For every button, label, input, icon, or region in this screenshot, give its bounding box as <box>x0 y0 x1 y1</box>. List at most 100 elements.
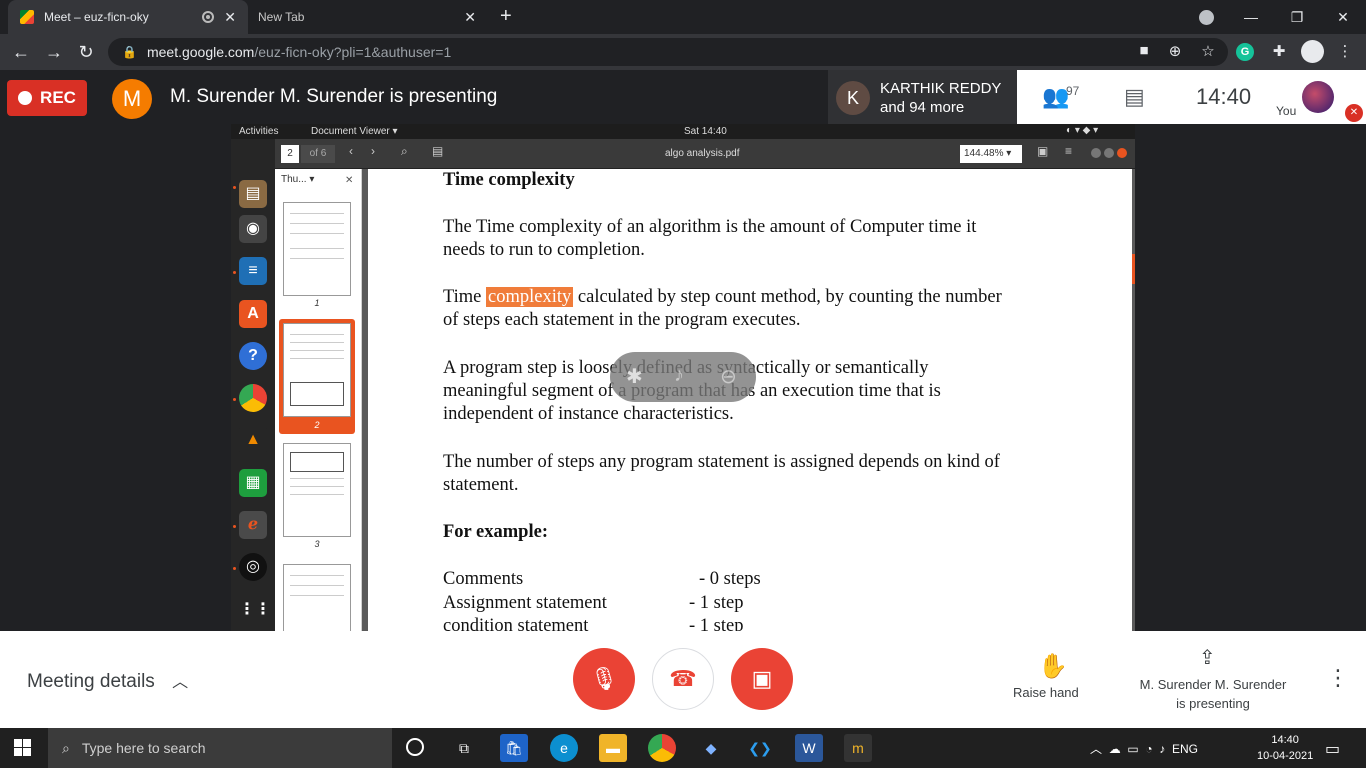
thumbnail-table <box>290 452 344 472</box>
example-row-label: condition statement <box>443 616 589 631</box>
page-thumbnail <box>283 443 351 537</box>
rec-label: REC <box>40 88 76 107</box>
close-icon[interactable]: ✕ <box>464 9 476 26</box>
system-tray[interactable]: ︿ ☁ ▭ ◔ ♪ ENG <box>1090 740 1198 757</box>
task-view-icon[interactable]: ⧉ <box>450 734 478 762</box>
paragraph-line: The number of steps any program statemen… <box>443 452 1000 472</box>
tab-new-tab[interactable]: New Tab ✕ <box>248 0 488 34</box>
reload-icon[interactable]: ↻ <box>74 40 98 64</box>
page-total: of 6 <box>301 145 335 163</box>
hang-up-icon: ☎ <box>669 666 697 691</box>
search-icon: ⌕ <box>401 144 408 158</box>
windows-start-icon[interactable] <box>14 739 32 757</box>
page-number-input: 2 <box>281 145 299 163</box>
muted-mic-icon: ✕ <box>1345 104 1363 122</box>
presenting-title: M. Surender M. Surender is presenting <box>170 86 498 107</box>
document-viewer-icon: ℯ <box>239 511 267 539</box>
present-screen-icon[interactable]: ⇪ <box>1199 645 1216 670</box>
ubuntu-tray-icons: ◐ ▾ ◆ ▾ <box>1066 125 1099 136</box>
presented-screen: Activities Document Viewer ▾ Sat 14:40 ◐… <box>231 124 1135 631</box>
vlc-icon: ▲ <box>239 426 267 454</box>
extensions-icon[interactable]: ✚ <box>1268 42 1290 60</box>
vscode-icon[interactable]: ❮❯ <box>746 734 774 762</box>
file-explorer-icon[interactable]: ▬ <box>599 734 627 762</box>
app-diamond-icon[interactable]: ◆ <box>697 734 725 762</box>
mic-off-icon: 🎙 <box>590 666 618 691</box>
example-row-value: - 1 step <box>689 616 744 631</box>
profile-avatar[interactable] <box>1301 40 1324 63</box>
address-bar[interactable]: 🔒 meet.google.com/euz-ficn-oky?pli=1&aut… <box>108 38 1228 66</box>
camera-off-icon: ▣ <box>751 666 773 691</box>
show-apps-icon: ⋮⋮ <box>239 601 271 618</box>
menu-kebab-icon[interactable]: ⋮ <box>1334 42 1356 60</box>
chevron-up-icon[interactable]: ︿ <box>1090 742 1102 756</box>
cortana-icon[interactable] <box>406 738 424 756</box>
camera-icon[interactable]: ■ <box>1133 42 1155 59</box>
tab-title: Meet – euz-ficn-oky <box>44 10 149 24</box>
close-window-icon[interactable]: ✕ <box>1320 9 1366 26</box>
chrome-icon <box>239 384 267 412</box>
thumbnail-number: 2 <box>314 420 320 430</box>
meeting-details-label: Meeting details <box>27 671 155 692</box>
scroll-position-marker <box>1132 254 1135 284</box>
raise-hand-label[interactable]: Raise hand <box>1013 685 1079 700</box>
participant-avatar: K <box>836 81 870 115</box>
writer-icon: ≡ <box>239 257 267 285</box>
help-icon: ? <box>239 342 267 370</box>
volume-icon[interactable]: ♪ <box>1159 742 1165 756</box>
battery-icon[interactable]: ▭ <box>1127 742 1138 756</box>
chat-icon[interactable]: ▤ <box>1124 84 1145 110</box>
moodle-icon[interactable]: m <box>844 734 872 762</box>
new-tab-plus-icon[interactable]: + <box>500 5 512 28</box>
wifi-icon[interactable]: ◔ <box>1145 742 1152 756</box>
word-icon[interactable]: W <box>795 734 823 762</box>
minimize-icon[interactable]: — <box>1228 9 1274 25</box>
more-options-icon[interactable]: ⋮ <box>1327 665 1349 691</box>
obs-icon: ◎ <box>239 553 267 581</box>
taskbar-search[interactable]: ⌕ Type here to search <box>48 728 392 768</box>
chrome-icon[interactable] <box>648 734 676 762</box>
example-row-value: - 1 step <box>689 593 744 613</box>
close-icon[interactable]: ✕ <box>224 9 236 26</box>
cloud-icon[interactable]: ☁ <box>1109 742 1121 756</box>
camera-toggle-button[interactable]: ▣ <box>731 648 793 710</box>
activities-label: Activities <box>239 126 279 137</box>
forward-icon[interactable]: → <box>42 40 66 64</box>
leave-call-button[interactable]: ☎ <box>652 648 714 710</box>
annotate-icon: ▤ <box>432 144 444 158</box>
tab-meet[interactable]: Meet – euz-ficn-oky ✕ <box>8 0 248 34</box>
back-icon[interactable]: ← <box>9 40 33 64</box>
text-run: Time <box>443 287 487 307</box>
meet-clock: 14:40 <box>1196 84 1252 109</box>
search-highlight: complexity <box>486 287 574 307</box>
meeting-details-button[interactable]: Meeting details ︿ <box>27 668 188 693</box>
presenting-status[interactable]: M. Surender M. Surender is presenting <box>1124 675 1302 713</box>
zoom-icon[interactable]: ⊕ <box>1164 42 1186 60</box>
url-path: /euz-ficn-oky?pli=1&authuser=1 <box>254 44 452 60</box>
self-label: You <box>1276 104 1297 118</box>
tab-title: New Tab <box>258 10 305 24</box>
remove-icon: ⊖ <box>720 366 737 388</box>
close-icon: ✕ <box>345 175 354 186</box>
minimize-icon <box>1091 148 1101 158</box>
tab-search-icon[interactable] <box>1199 10 1214 25</box>
system-time: 14:40 <box>1271 734 1299 746</box>
section-heading: Time complexity <box>443 170 575 190</box>
language-indicator[interactable]: ENG <box>1172 742 1198 756</box>
restore-icon[interactable]: ❐ <box>1274 9 1320 26</box>
system-clock[interactable]: 14:40 10-04-2021 <box>1257 732 1313 764</box>
close-icon <box>1117 148 1127 158</box>
raise-hand-icon[interactable]: ✋ <box>1038 652 1068 681</box>
notification-icon[interactable]: ▭ <box>1325 739 1340 759</box>
files-icon: ▤ <box>239 180 267 208</box>
next-page-icon: › <box>371 144 375 158</box>
text-run: calculated by step count method, by coun… <box>573 287 1002 307</box>
bookmark-star-icon[interactable]: ☆ <box>1197 42 1219 60</box>
microphone-toggle-button[interactable]: 🎙 <box>573 648 635 710</box>
software-icon: A <box>239 300 267 328</box>
grammarly-extension-icon[interactable]: G <box>1236 43 1254 61</box>
edge-icon[interactable]: e <box>550 734 578 762</box>
running-dot <box>233 186 236 189</box>
store-icon[interactable]: 🛍 <box>500 734 528 762</box>
page-thumbnail <box>283 323 351 417</box>
